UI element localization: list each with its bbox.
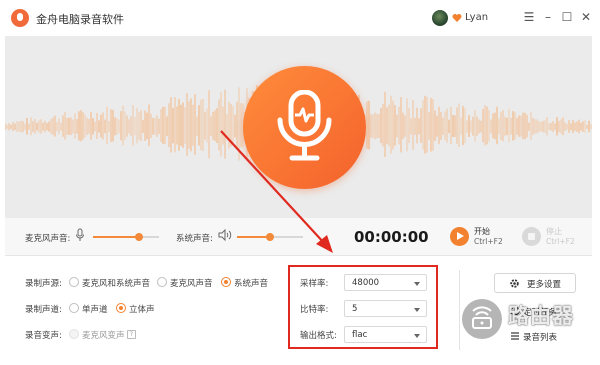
- sample-rate-select[interactable]: 48000: [344, 274, 427, 291]
- stop-label[interactable]: 停止: [546, 226, 562, 237]
- recording-timer: 00:00:00: [354, 228, 429, 246]
- system-volume-thumb[interactable]: [266, 233, 274, 241]
- waveform-panel: [5, 36, 592, 218]
- menu-icon[interactable]: ☰: [521, 9, 537, 25]
- stop-shortcut: Ctrl+F2: [546, 237, 575, 246]
- chevron-down-icon: [414, 308, 420, 312]
- mic-volume-thumb[interactable]: [135, 233, 143, 241]
- output-format-label: 输出格式:: [300, 331, 337, 341]
- watermark-text: 路由器: [508, 304, 574, 328]
- voice-change-radio[interactable]: [69, 329, 79, 339]
- title-bar: 金舟电脑录音软件 Lyan ☰ – ☐ ✕: [0, 0, 600, 36]
- control-bar: 麦克风声音: 系统声音: 00:00:00 开始 Ctrl+F2 停止 Ctrl…: [5, 218, 592, 256]
- app-title: 金舟电脑录音软件: [36, 13, 124, 26]
- vip-heart-icon: [452, 14, 462, 22]
- user-avatar[interactable]: [432, 10, 448, 26]
- chevron-down-icon: [414, 282, 420, 286]
- start-record-button[interactable]: [450, 227, 469, 246]
- mic-volume-slider[interactable]: [93, 233, 159, 241]
- start-label[interactable]: 开始: [474, 226, 490, 237]
- watermark: 路由器: [462, 296, 600, 348]
- system-volume-label: 系统声音:: [176, 234, 213, 244]
- minimize-icon[interactable]: –: [540, 9, 556, 25]
- microphone-icon: [76, 228, 84, 241]
- user-name[interactable]: Lyan: [465, 12, 488, 23]
- bit-rate-select[interactable]: 5: [344, 300, 427, 317]
- bit-rate-label: 比特率:: [300, 305, 329, 315]
- source-label: 录制声源:: [25, 279, 62, 289]
- source-option-system[interactable]: 系统声音: [234, 277, 268, 289]
- record-microphone-icon: [243, 66, 366, 189]
- mic-volume-label: 麦克风声音:: [25, 234, 71, 244]
- sample-rate-label: 采样率:: [300, 279, 329, 289]
- output-format-value: flac: [352, 330, 368, 340]
- source-radio-mic[interactable]: [157, 277, 167, 287]
- vertical-divider: [459, 270, 460, 350]
- channel-option-mono[interactable]: 单声道: [82, 303, 108, 315]
- router-logo-icon: [462, 299, 502, 339]
- app-logo-icon: [11, 9, 29, 27]
- channel-radio-stereo[interactable]: [116, 303, 126, 313]
- more-settings-button[interactable]: 更多设置: [494, 273, 576, 293]
- gear-icon: [510, 279, 519, 288]
- source-radio-mic-and-system[interactable]: [69, 277, 79, 287]
- channel-option-stereo[interactable]: 立体声: [129, 303, 155, 315]
- channel-label: 录制声道:: [25, 305, 62, 315]
- speaker-icon: [218, 229, 232, 241]
- start-shortcut: Ctrl+F2: [474, 237, 503, 246]
- maximize-icon[interactable]: ☐: [559, 9, 575, 25]
- output-format-select[interactable]: flac: [344, 326, 427, 343]
- source-option-mic-and-system[interactable]: 麦克风和系统声音: [82, 277, 150, 289]
- channel-radio-mono[interactable]: [69, 303, 79, 313]
- bit-rate-value: 5: [352, 304, 358, 314]
- voice-change-help-icon[interactable]: ?: [127, 330, 136, 339]
- voice-change-label: 录音变声:: [25, 331, 62, 341]
- close-icon[interactable]: ✕: [578, 9, 594, 25]
- stop-record-button[interactable]: [522, 227, 541, 246]
- source-option-mic[interactable]: 麦克风声音: [170, 277, 213, 289]
- voice-change-option[interactable]: 麦克风变声: [82, 329, 125, 341]
- source-radio-system[interactable]: [221, 277, 231, 287]
- chevron-down-icon: [414, 334, 420, 338]
- more-settings-label: 更多设置: [527, 280, 562, 290]
- system-volume-slider[interactable]: [237, 233, 303, 241]
- sample-rate-value: 48000: [352, 278, 380, 288]
